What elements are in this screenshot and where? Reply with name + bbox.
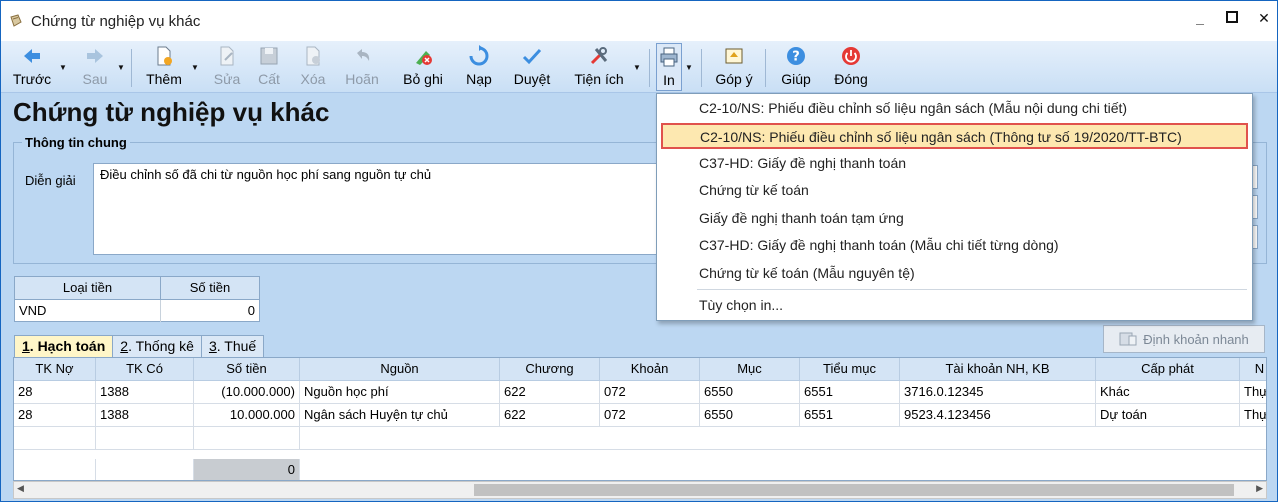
tab-bar: 1. Hạch toán 2. Thống kê 3. Thuế — [14, 335, 265, 357]
help-button[interactable]: ? Giúp — [777, 43, 815, 91]
total-row: 0 — [14, 459, 300, 480]
next-dropdown-icon[interactable]: ▼ — [117, 63, 125, 72]
scrollbar-thumb[interactable] — [474, 484, 1234, 496]
toolbar-separator — [765, 49, 766, 87]
table-row[interactable]: 28 1388 (10.000.000) Nguồn học phí 622 0… — [14, 381, 1266, 404]
arrow-right-icon — [87, 49, 103, 63]
unpost-pen-icon — [416, 51, 432, 65]
toolbar: Trước ▼ Sau ▼ Thêm ▼ Sửa Cất Xóa Hoãn Bỏ… — [1, 41, 1277, 93]
minimize-icon[interactable]: _ — [1193, 11, 1207, 25]
col-header[interactable]: Nguồn — [300, 358, 500, 381]
print-dropdown-icon[interactable]: ▼ — [685, 63, 693, 72]
edit-icon — [220, 46, 234, 66]
menu-item-c37-hd-detail[interactable]: C37-HD: Giấy đề nghị thanh toán (Mẫu chi… — [659, 233, 1250, 259]
delete-button[interactable]: Xóa — [295, 43, 331, 91]
approve-button[interactable]: Duyệt — [509, 43, 555, 91]
total-amount: 0 — [194, 459, 300, 480]
col-header[interactable]: Tài khoản NH, KB — [900, 358, 1096, 381]
menu-item-print-options[interactable]: Tùy chọn in... — [659, 293, 1250, 319]
close-button[interactable]: Đóng — [829, 43, 873, 91]
menu-separator — [697, 289, 1247, 290]
col-header[interactable]: Mục — [700, 358, 800, 381]
toolbar-separator — [649, 49, 650, 87]
prev-dropdown-icon[interactable]: ▼ — [59, 63, 67, 72]
window-title: Chứng từ nghiệp vụ khác — [31, 12, 201, 30]
delete-document-icon — [306, 46, 320, 66]
quick-entry-button[interactable]: Định khoản nhanh — [1103, 325, 1265, 353]
load-button[interactable]: Nạp — [461, 43, 497, 91]
printer-icon — [660, 47, 678, 67]
help-icon: ? — [787, 47, 805, 65]
svg-text:?: ? — [792, 50, 800, 65]
currency-table: Loại tiền Số tiền VND 0 — [14, 276, 260, 322]
window: Chứng từ nghiệp vụ khác _ ✕ Trước ▼ Sau … — [0, 0, 1278, 502]
tab-tax[interactable]: 3. Thuế — [200, 335, 265, 357]
add-dropdown-icon[interactable]: ▼ — [191, 63, 199, 72]
maximize-icon[interactable] — [1225, 11, 1239, 25]
arrow-left-icon — [24, 49, 40, 63]
empty-row[interactable] — [14, 427, 1266, 450]
add-button[interactable]: Thêm — [141, 43, 187, 91]
col-header[interactable]: N — [1240, 358, 1266, 381]
print-menu: C2-10/NS: Phiếu điều chỉnh số liệu ngân … — [656, 93, 1253, 321]
title-bar[interactable]: Chứng từ nghiệp vụ khác _ ✕ — [1, 1, 1277, 41]
unpost-button[interactable]: Bỏ ghi — [397, 43, 449, 91]
next-button[interactable]: Sau — [77, 43, 113, 91]
col-header[interactable]: TK Có — [96, 358, 194, 381]
menu-item-advance-request[interactable]: Giấy đề nghị thanh toán tạm ứng — [659, 206, 1250, 232]
toolbar-separator — [701, 49, 702, 87]
menu-item-c2-10-circular[interactable]: C2-10/NS: Phiếu điều chỉnh số liệu ngân … — [661, 123, 1248, 149]
description-label: Diễn giải — [25, 173, 76, 188]
menu-item-c2-10-detail[interactable]: C2-10/NS: Phiếu điều chỉnh số liệu ngân … — [659, 96, 1250, 122]
description-input[interactable]: Điều chỉnh số đã chi từ nguồn học phí sa… — [93, 163, 663, 255]
calculator-icon — [1119, 332, 1137, 346]
menu-item-accounting-voucher[interactable]: Chứng từ kế toán — [659, 178, 1250, 204]
currency-cell[interactable]: VND — [15, 300, 161, 322]
power-icon — [842, 47, 860, 65]
table-row[interactable]: 28 1388 10.000.000 Ngân sách Huyện tự ch… — [14, 404, 1266, 427]
amount-cell[interactable]: 0 — [161, 300, 259, 322]
tools-icon — [590, 47, 608, 65]
undo-button[interactable]: Hoãn — [339, 43, 385, 91]
page-title: Chứng từ nghiệp vụ khác — [13, 97, 330, 127]
close-window-icon[interactable]: ✕ — [1257, 11, 1271, 25]
grid-header-row: TK Nợ TK Có Số tiền Nguồn Chương Khoản M… — [14, 358, 1266, 381]
edit-button[interactable]: Sửa — [209, 43, 245, 91]
col-header[interactable]: Khoản — [600, 358, 700, 381]
tab-accounting[interactable]: 1. Hạch toán — [14, 335, 114, 357]
amount-header: Số tiền — [189, 280, 231, 295]
scroll-left-icon[interactable]: ◀ — [17, 483, 24, 494]
feedback-icon — [725, 48, 743, 64]
print-button[interactable]: In — [656, 43, 682, 91]
toolbar-separator — [131, 49, 132, 87]
app-icon — [10, 14, 22, 27]
horizontal-scrollbar[interactable]: ◀ ▶ — [13, 481, 1267, 499]
col-header[interactable]: Số tiền — [194, 358, 300, 381]
scroll-right-icon[interactable]: ▶ — [1256, 483, 1263, 494]
prev-button[interactable]: Trước — [9, 43, 55, 91]
menu-item-c37-hd[interactable]: C37-HD: Giấy đề nghị thanh toán — [659, 151, 1250, 177]
refresh-icon — [469, 45, 489, 66]
utilities-dropdown-icon[interactable]: ▼ — [633, 63, 641, 72]
tab-statistics[interactable]: 2. Thống kê — [112, 335, 202, 357]
undo-icon — [357, 49, 370, 61]
col-header[interactable]: TK Nợ — [14, 358, 96, 381]
col-header[interactable]: Cấp phát — [1096, 358, 1240, 381]
new-document-icon — [157, 46, 172, 66]
utilities-button[interactable]: Tiện ích — [569, 43, 629, 91]
save-button[interactable]: Cất — [251, 43, 287, 91]
group-title: Thông tin chung — [22, 135, 130, 150]
feedback-button[interactable]: Góp ý — [711, 43, 757, 91]
col-header[interactable]: Chương — [500, 358, 600, 381]
floppy-disk-icon — [260, 47, 278, 65]
col-header[interactable]: Tiểu mục — [800, 358, 900, 381]
menu-item-voucher-foreign[interactable]: Chứng từ kế toán (Mẫu nguyên tệ) — [659, 261, 1250, 287]
checkmark-icon — [522, 48, 542, 65]
currency-header: Loại tiền — [15, 277, 161, 299]
accounting-grid: TK Nợ TK Có Số tiền Nguồn Chương Khoản M… — [13, 357, 1267, 481]
